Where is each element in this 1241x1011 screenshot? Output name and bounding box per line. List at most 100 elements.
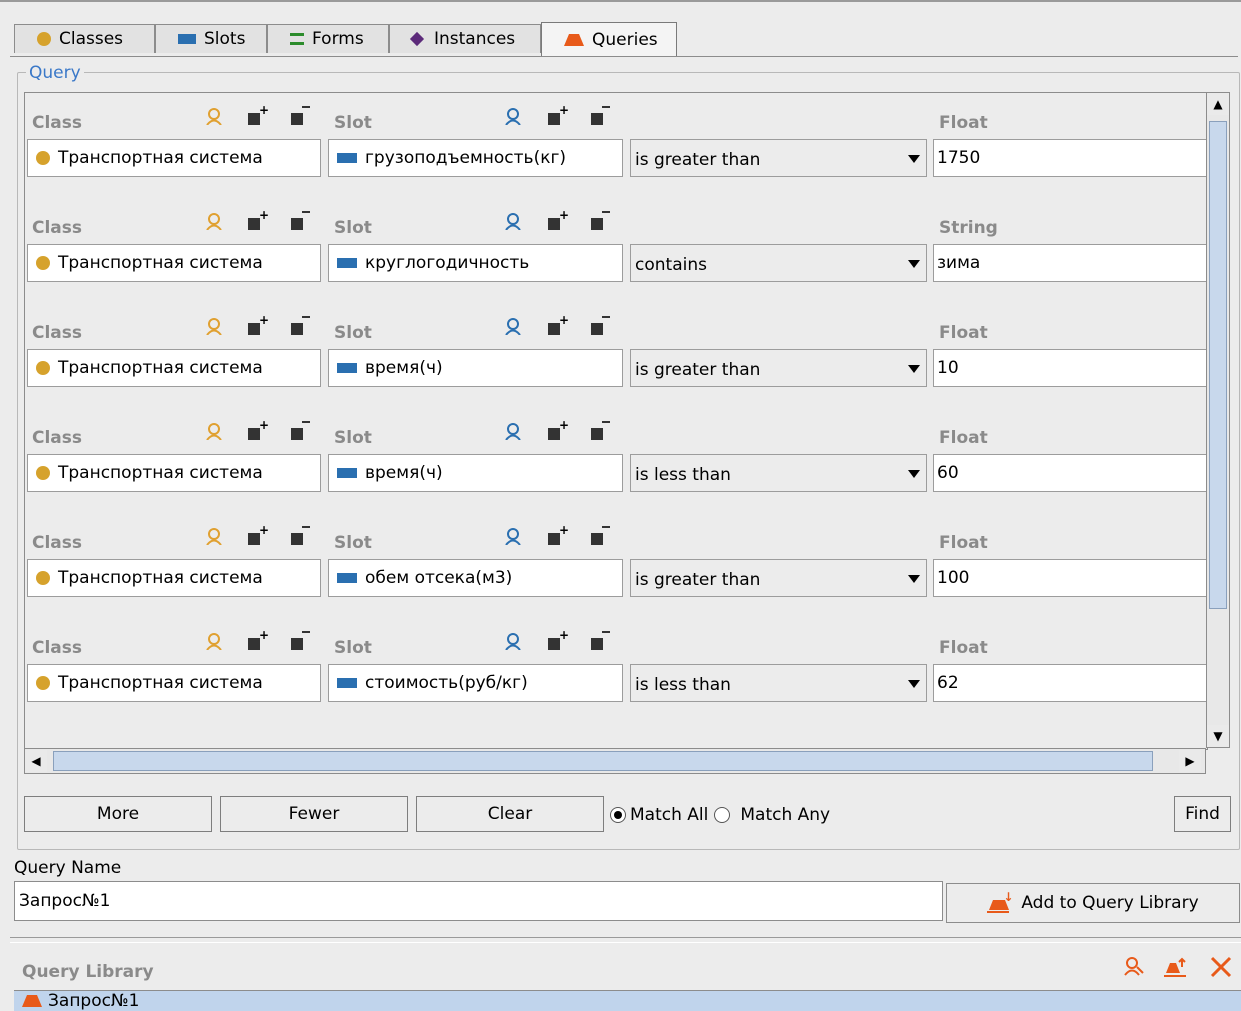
operator-select[interactable]: is less than: [630, 454, 927, 492]
query-row: Class + Slot + Float Транспортная систем…: [25, 408, 1207, 513]
operator-select[interactable]: is less than: [630, 664, 927, 702]
class-field[interactable]: Транспортная система: [27, 349, 321, 387]
library-list-item[interactable]: Запрос№1: [14, 990, 1241, 1011]
class-dot-icon: [36, 466, 50, 480]
slot-field[interactable]: время(ч): [328, 454, 623, 492]
clear-button[interactable]: Clear: [416, 796, 604, 832]
vertical-scroll-thumb[interactable]: [1209, 121, 1227, 609]
retrieve-query-icon[interactable]: [1122, 955, 1146, 979]
value-input[interactable]: 100: [933, 559, 1207, 597]
class-field[interactable]: Транспортная система: [27, 559, 321, 597]
tab-label: Instances: [434, 29, 516, 49]
add-query-library-icon[interactable]: [1162, 955, 1188, 979]
value-text: 100: [937, 568, 970, 588]
class-value: Транспортная система: [58, 253, 263, 273]
slot-value: грузоподъемность(кг): [365, 148, 567, 168]
add-class-icon[interactable]: +: [244, 209, 269, 232]
match-any-radio[interactable]: [714, 807, 731, 823]
remove-class-icon[interactable]: [287, 315, 311, 337]
scroll-down-icon[interactable]: ▼: [1207, 725, 1229, 747]
value-input[interactable]: зима: [933, 244, 1207, 282]
add-slot-icon[interactable]: +: [544, 524, 569, 547]
select-slot-icon[interactable]: [502, 105, 526, 127]
add-slot-icon[interactable]: +: [544, 419, 569, 442]
remove-slot-icon[interactable]: [587, 420, 611, 442]
tab-classes[interactable]: Classes: [14, 24, 155, 53]
tab-queries[interactable]: Queries: [541, 22, 677, 56]
query-name-input[interactable]: Запрос№1: [14, 881, 943, 921]
add-to-query-library-button[interactable]: ↓ Add to Query Library: [946, 883, 1240, 923]
delete-query-icon[interactable]: [1208, 954, 1234, 980]
select-slot-icon[interactable]: [502, 525, 526, 547]
slot-field[interactable]: обем отсека(м3): [328, 559, 623, 597]
slot-field[interactable]: время(ч): [328, 349, 623, 387]
select-slot-icon[interactable]: [502, 315, 526, 337]
class-field[interactable]: Транспортная система: [27, 664, 321, 702]
remove-class-icon[interactable]: [287, 105, 311, 127]
add-slot-icon[interactable]: +: [544, 104, 569, 127]
horizontal-scrollbar[interactable]: ◀ ▶: [24, 748, 1206, 774]
remove-class-icon[interactable]: [287, 630, 311, 652]
remove-class-icon[interactable]: [287, 210, 311, 232]
scroll-right-icon[interactable]: ▶: [1179, 750, 1201, 772]
remove-class-icon[interactable]: [287, 420, 311, 442]
query-row: Class + Slot + Float Транспортная систем…: [25, 513, 1207, 618]
operator-select[interactable]: is greater than: [630, 559, 927, 597]
remove-slot-icon[interactable]: [587, 525, 611, 547]
value-text: 62: [937, 673, 959, 693]
operator-select[interactable]: contains: [630, 244, 927, 282]
value-type-label: Float: [939, 113, 988, 133]
horizontal-scroll-thumb[interactable]: [53, 751, 1153, 771]
remove-slot-icon[interactable]: [587, 630, 611, 652]
slot-field[interactable]: грузоподъемность(кг): [328, 139, 623, 177]
add-slot-icon[interactable]: +: [544, 629, 569, 652]
select-class-icon[interactable]: [203, 105, 227, 127]
select-class-icon[interactable]: [203, 630, 227, 652]
add-class-icon[interactable]: +: [244, 314, 269, 337]
add-slot-icon[interactable]: +: [544, 314, 569, 337]
tab-instances[interactable]: Instances: [389, 24, 541, 53]
select-class-icon[interactable]: [203, 210, 227, 232]
query-name-label: Query Name: [14, 858, 122, 878]
value-input[interactable]: 10: [933, 349, 1207, 387]
tab-slots[interactable]: Slots: [155, 24, 267, 53]
add-class-icon[interactable]: +: [244, 629, 269, 652]
value-input[interactable]: 60: [933, 454, 1207, 492]
class-field[interactable]: Транспортная система: [27, 244, 321, 282]
find-button[interactable]: Find: [1174, 796, 1231, 832]
class-label: Class: [32, 218, 83, 238]
operator-select[interactable]: is greater than: [630, 139, 927, 177]
scroll-up-icon[interactable]: ▲: [1207, 93, 1229, 115]
instance-diamond-icon: [409, 31, 425, 47]
select-slot-icon[interactable]: [502, 210, 526, 232]
value-input[interactable]: 62: [933, 664, 1207, 702]
select-slot-icon[interactable]: [502, 630, 526, 652]
scroll-left-icon[interactable]: ◀: [25, 750, 47, 772]
value-input[interactable]: 1750: [933, 139, 1207, 177]
add-slot-icon[interactable]: +: [544, 209, 569, 232]
select-slot-icon[interactable]: [502, 420, 526, 442]
match-all-label: Match All: [630, 805, 709, 825]
add-class-icon[interactable]: +: [244, 419, 269, 442]
class-field[interactable]: Транспортная система: [27, 139, 321, 177]
select-class-icon[interactable]: [203, 315, 227, 337]
slot-field[interactable]: стоимость(руб/кг): [328, 664, 623, 702]
remove-class-icon[interactable]: [287, 525, 311, 547]
select-class-icon[interactable]: [203, 420, 227, 442]
tab-forms[interactable]: Forms: [267, 24, 389, 53]
operator-select[interactable]: is greater than: [630, 349, 927, 387]
slot-field[interactable]: круглогодичность: [328, 244, 623, 282]
query-trapezoid-icon: [564, 33, 584, 46]
match-all-radio[interactable]: [610, 807, 626, 823]
add-class-icon[interactable]: +: [244, 524, 269, 547]
select-class-icon[interactable]: [203, 525, 227, 547]
remove-slot-icon[interactable]: [587, 210, 611, 232]
add-class-icon[interactable]: +: [244, 104, 269, 127]
remove-slot-icon[interactable]: [587, 315, 611, 337]
remove-slot-icon[interactable]: [587, 105, 611, 127]
fewer-button[interactable]: Fewer: [220, 796, 408, 832]
splitter[interactable]: [10, 937, 1241, 943]
more-button[interactable]: More: [24, 796, 212, 832]
vertical-scrollbar[interactable]: ▲ ▼: [1206, 92, 1230, 748]
class-field[interactable]: Транспортная система: [27, 454, 321, 492]
